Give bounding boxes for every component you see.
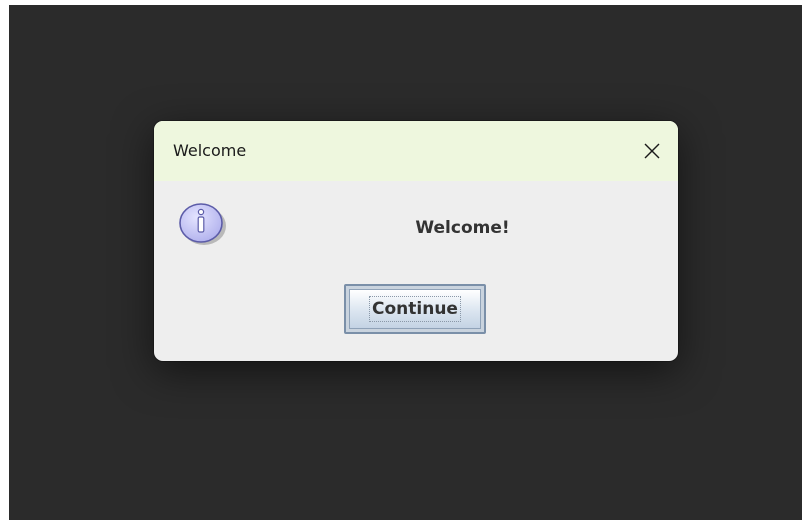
dialog-message: Welcome! [415,218,510,238]
desktop-background: Welcome Welcome! Continue [9,5,802,520]
dialog-title: Welcome [173,141,247,160]
info-icon [179,203,226,245]
close-button[interactable] [626,121,678,181]
continue-button-face: Continue [349,289,481,329]
dialog-titlebar[interactable]: Welcome [154,121,678,181]
close-icon [644,143,660,159]
continue-button-label: Continue [369,296,461,322]
continue-button[interactable]: Continue [344,284,486,334]
welcome-dialog: Welcome Welcome! Continue [154,121,678,361]
